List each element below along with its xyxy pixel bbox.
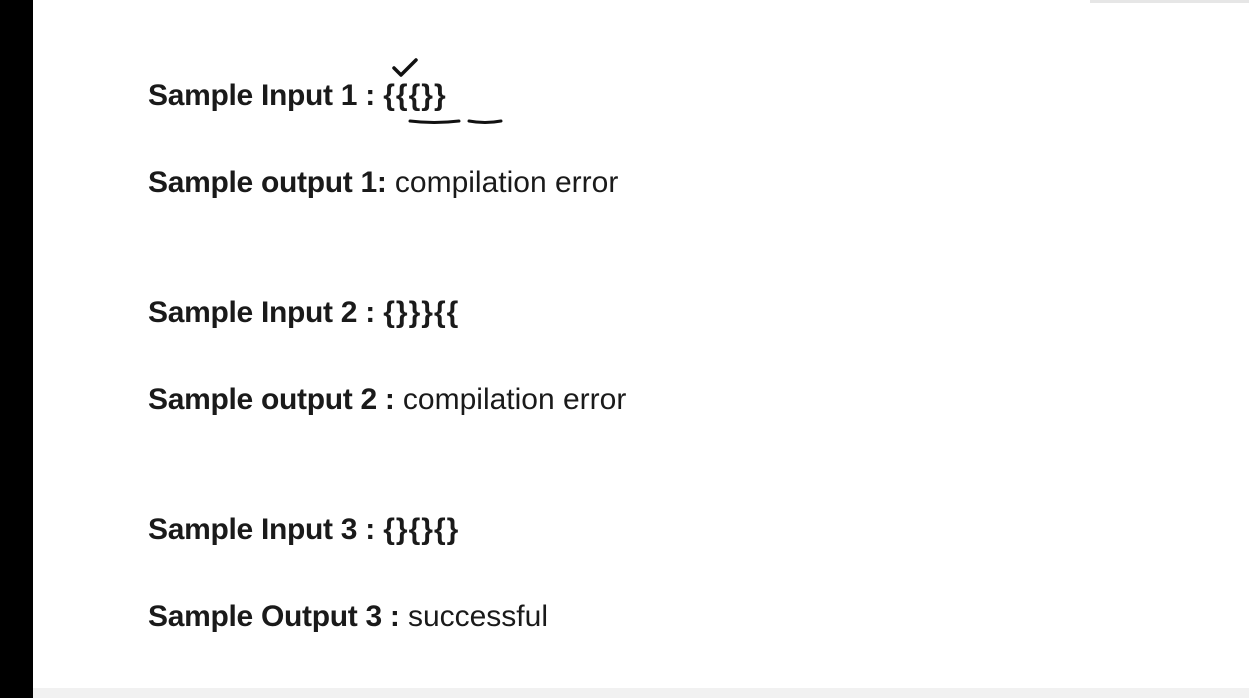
sample-input-2-value: {}}}{{ [383, 296, 460, 329]
sample-input-2-label: Sample Input 2 : [148, 296, 375, 329]
sample-output-1-value: compilation error [394, 166, 619, 199]
sample-input-3-label: Sample Input 3 : [148, 513, 375, 546]
sample-output-2-value: compilation error [402, 383, 627, 416]
sample-output-3-line: Sample Output 3 : successful [148, 599, 548, 635]
sample-input-3-value: {}{}{} [383, 513, 460, 546]
sample-input-1-value: {{{}} [383, 79, 447, 112]
sample-input-1-label: Sample Input 1 : [148, 79, 375, 112]
sample-output-2-line: Sample output 2 : compilation error [148, 382, 626, 418]
sample-input-2-line: Sample Input 2 : {}}}{{ [148, 295, 459, 331]
sample-output-3-label: Sample Output 3 : [148, 600, 400, 633]
bottom-strip [33, 688, 1249, 698]
left-black-bar [0, 0, 33, 698]
underline-mark-1 [408, 119, 461, 124]
sample-output-1-label: Sample output 1: [148, 166, 387, 199]
sample-output-2-label: Sample output 2 : [148, 383, 395, 416]
sample-input-3-line: Sample Input 3 : {}{}{} [148, 512, 459, 548]
top-right-tab [1090, 0, 1249, 3]
sample-output-3-value: successful [407, 600, 548, 633]
slide-frame: Sample Input 1 : {{{}} Sample output 1: … [0, 0, 1249, 698]
checkmark-icon [392, 58, 418, 77]
sample-input-1-line: Sample Input 1 : {{{}} [148, 78, 447, 114]
sample-output-1-line: Sample output 1: compilation error [148, 165, 618, 201]
underline-mark-2 [467, 119, 503, 124]
